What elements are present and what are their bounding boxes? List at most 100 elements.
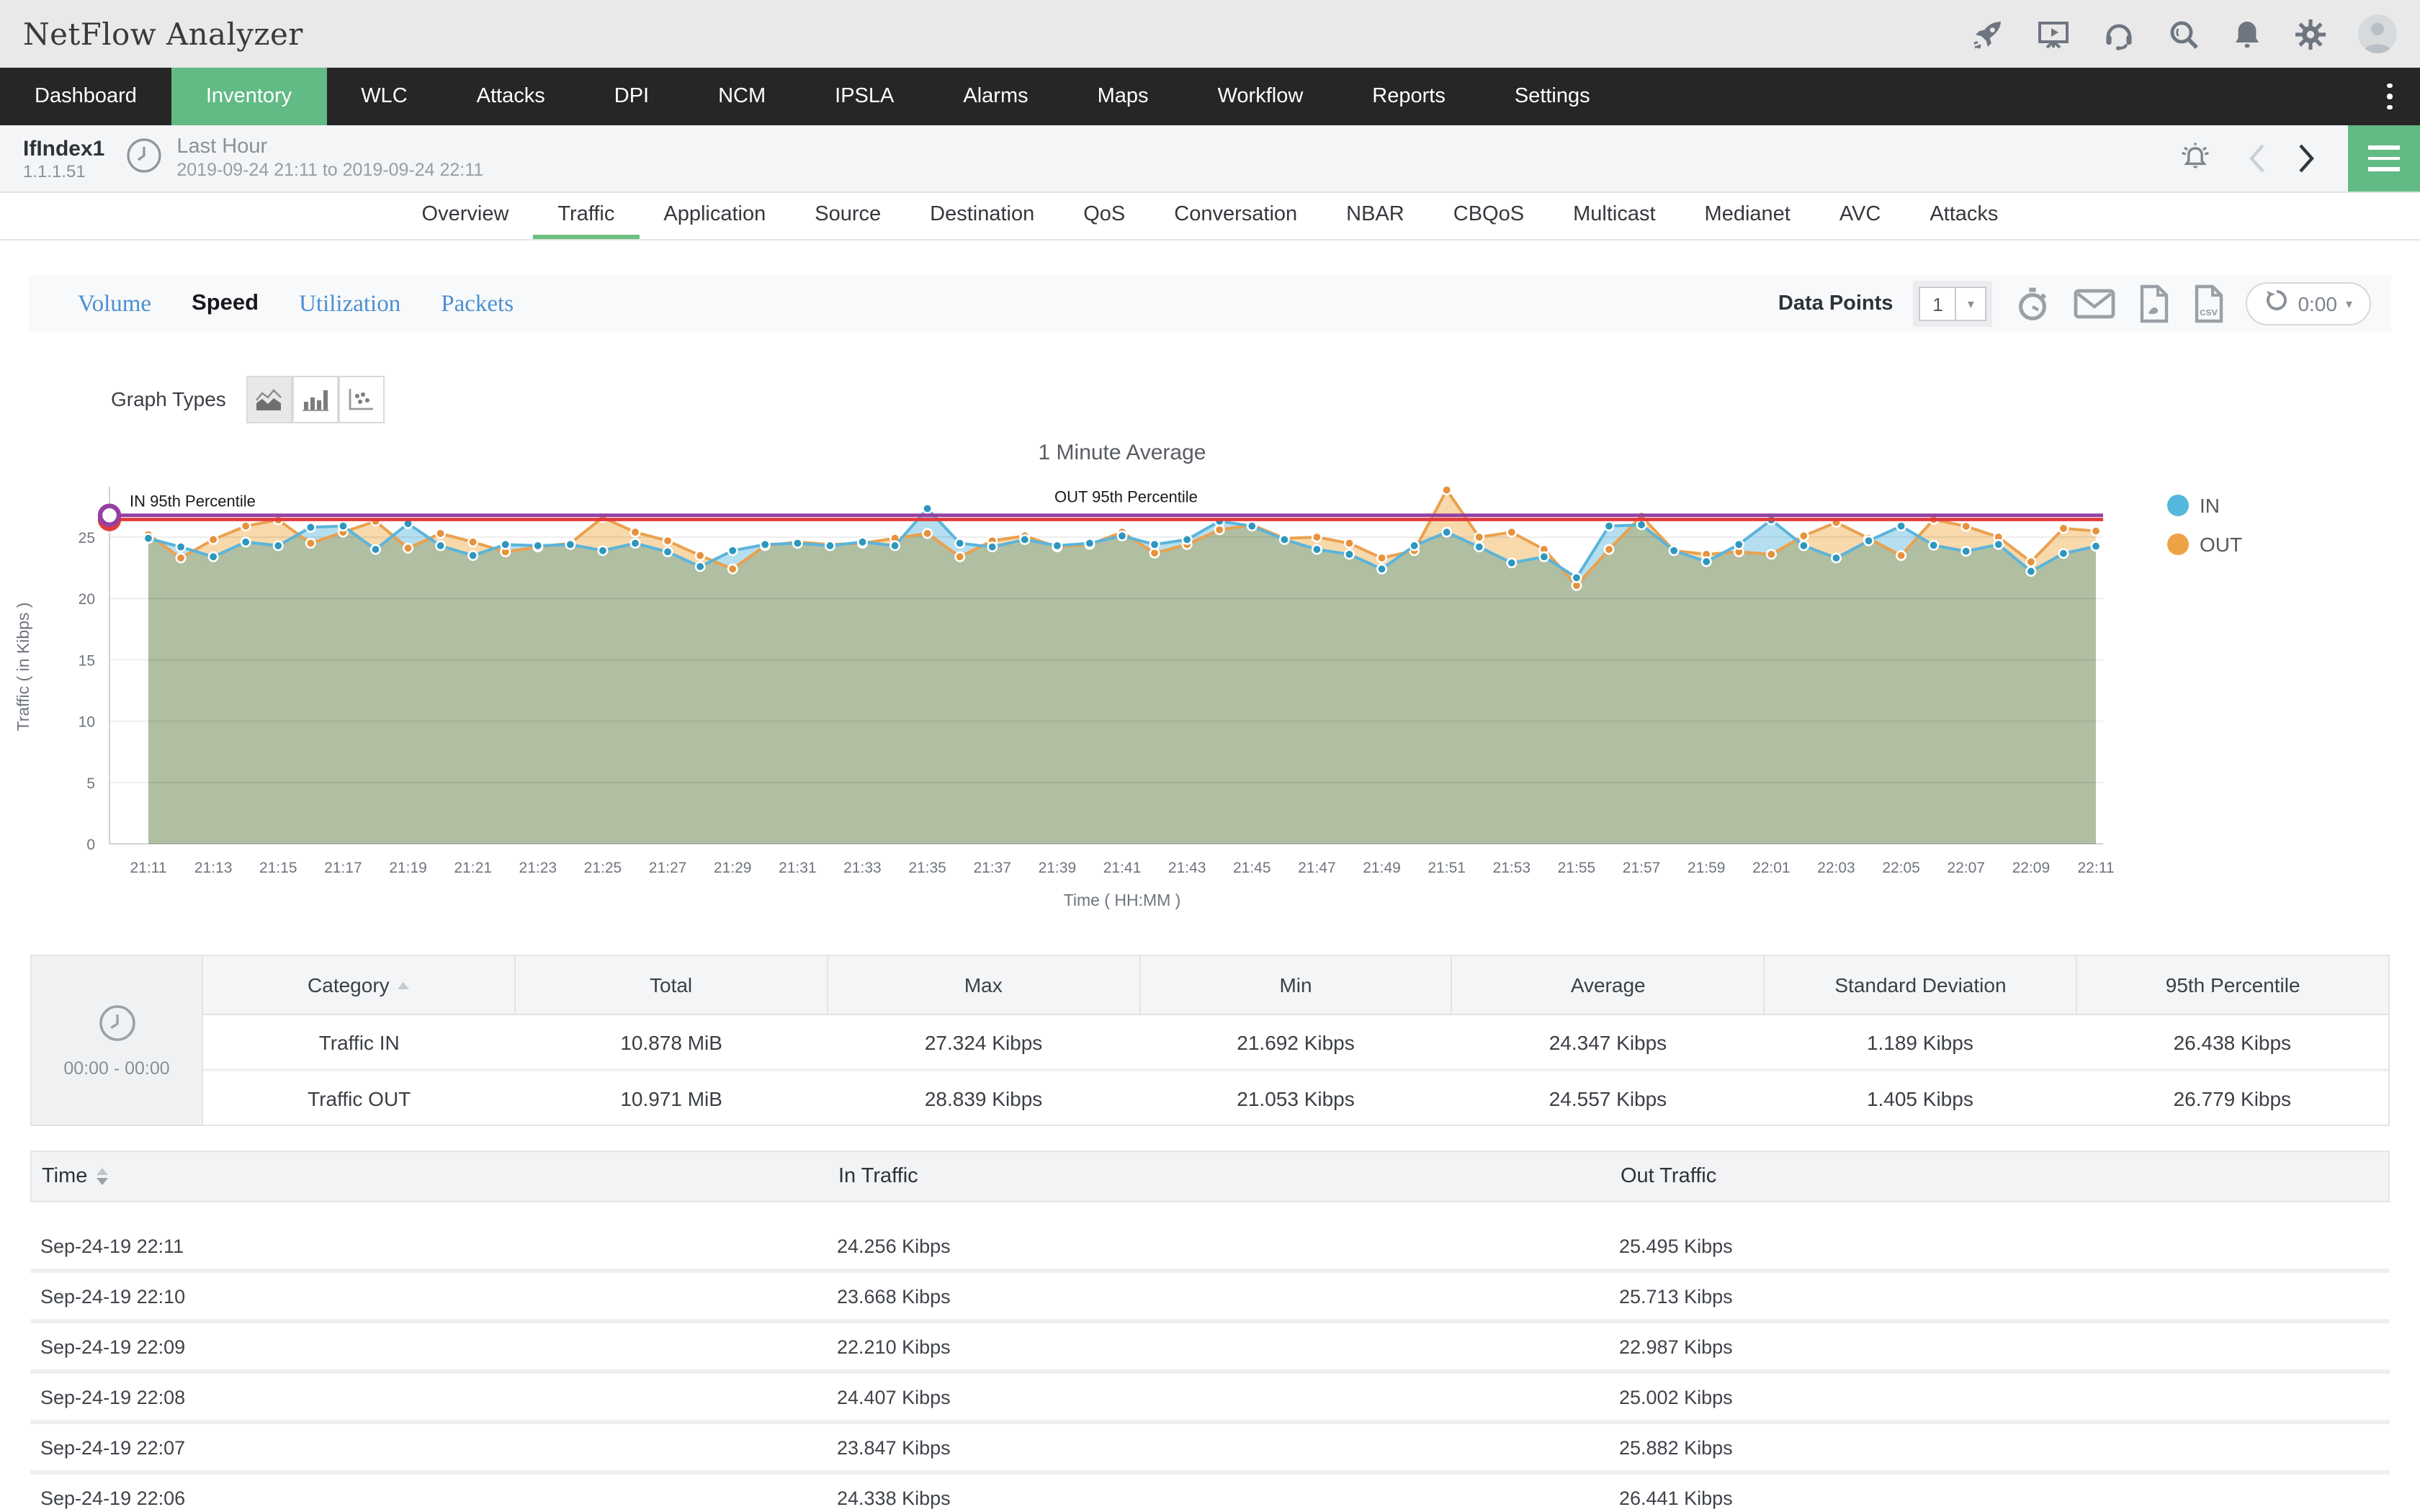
tab[interactable]: Conversation <box>1150 193 1322 239</box>
point-IN <box>858 538 866 546</box>
point-IN <box>1183 535 1191 544</box>
nav-item[interactable]: Attacks <box>442 68 580 125</box>
point-IN <box>1118 531 1126 540</box>
point-IN <box>1994 540 2003 549</box>
cell-time: Sep-24-19 22:06 <box>30 1487 837 1508</box>
col-time[interactable]: Time <box>32 1165 838 1188</box>
schedule-icon[interactable] <box>2012 284 2053 324</box>
point-OUT <box>306 539 315 547</box>
summary-col-95th[interactable]: 95th Percentile <box>2077 956 2388 1014</box>
summary-col-total[interactable]: Total <box>516 956 828 1014</box>
traffic-chart-svg[interactable]: 051015202521:1121:1321:1521:1721:1921:21… <box>0 422 2420 926</box>
point-IN <box>1280 535 1289 544</box>
metric-switch-item[interactable]: Packets <box>421 289 534 318</box>
top-bar-icons <box>1971 14 2397 53</box>
metric-switch-item[interactable]: Volume <box>58 289 171 318</box>
tab[interactable]: Destination <box>905 193 1059 239</box>
interface-list-menu-icon[interactable] <box>2348 125 2420 192</box>
summary-cell-stddev: 1.405 Kibps <box>1764 1071 2076 1125</box>
point-IN <box>209 552 218 561</box>
nav-item[interactable]: Alarms <box>928 68 1062 125</box>
headset-icon[interactable] <box>2102 17 2136 51</box>
metric-switch-item[interactable]: Speed <box>171 291 279 317</box>
summary-col-category[interactable]: Category <box>203 956 516 1014</box>
point-OUT <box>2059 524 2068 533</box>
point-IN <box>534 541 542 550</box>
point-OUT <box>663 536 672 545</box>
summary-col-max[interactable]: Max <box>828 956 1140 1014</box>
cell-out-traffic: 22.987 Kibps <box>1619 1336 2390 1357</box>
y-tick-label: 15 <box>79 652 95 669</box>
tab[interactable]: CBQoS <box>1429 193 1549 239</box>
tab[interactable]: Multicast <box>1549 193 1680 239</box>
tab[interactable]: Application <box>639 193 790 239</box>
tab[interactable]: Source <box>790 193 905 239</box>
summary-row: Traffic OUT 10.971 MiB 28.839 Kibps 21.0… <box>203 1071 2388 1125</box>
pdf-export-icon[interactable] <box>2136 284 2171 324</box>
x-tick-label: 21:31 <box>779 860 817 876</box>
nav-item[interactable]: IPSLA <box>800 68 928 125</box>
email-icon[interactable] <box>2073 287 2116 321</box>
bell-icon[interactable] <box>2231 17 2263 51</box>
tab[interactable]: AVC <box>1815 193 1906 239</box>
graph-type-area-button[interactable] <box>246 375 292 423</box>
point-IN <box>1247 521 1256 530</box>
nav-item[interactable]: Inventory <box>171 68 326 125</box>
presentation-icon[interactable] <box>2035 17 2071 51</box>
page: NetFlow Analyzer Dashboard Inventory WLC… <box>0 0 2420 1512</box>
col-in-traffic[interactable]: In Traffic <box>838 1165 1621 1188</box>
prev-interface-icon[interactable] <box>2247 143 2266 174</box>
time-period-clock-icon[interactable] <box>125 136 162 181</box>
nav-item[interactable]: Settings <box>1480 68 1625 125</box>
nav-item-label: Dashboard <box>35 85 137 108</box>
nav-item[interactable]: Reports <box>1337 68 1480 125</box>
point-IN <box>1702 557 1711 566</box>
next-interface-icon[interactable] <box>2298 143 2316 174</box>
rocket-icon[interactable] <box>1971 17 2005 51</box>
nav-item[interactable]: Maps <box>1063 68 1183 125</box>
summary-col-stddev[interactable]: Standard Deviation <box>1765 956 2078 1014</box>
point-OUT <box>1345 539 1353 547</box>
cell-in-traffic: 23.847 Kibps <box>837 1436 1619 1458</box>
avatar[interactable] <box>2358 14 2397 53</box>
point-IN <box>1799 541 1808 550</box>
y-tick-label: 25 <box>79 530 95 546</box>
nav-item[interactable]: DPI <box>580 68 684 125</box>
tab[interactable]: Attacks <box>1905 193 2022 239</box>
nav-item[interactable]: Workflow <box>1183 68 1338 125</box>
point-IN <box>2092 541 2100 550</box>
x-tick-label: 22:01 <box>1752 860 1791 876</box>
search-icon[interactable] <box>2166 17 2201 51</box>
summary-time-range: 00:00 - 00:00 <box>63 1058 169 1078</box>
summary-col-average[interactable]: Average <box>1453 956 1765 1014</box>
graph-type-scatter-button[interactable] <box>339 375 385 423</box>
point-IN <box>371 545 380 554</box>
sort-icons <box>96 1168 107 1185</box>
metric-switch-item[interactable]: Utilization <box>279 289 421 318</box>
tab[interactable]: Medianet <box>1680 193 1815 239</box>
data-points-select[interactable]: 1 ▾ <box>1913 281 1992 327</box>
auto-refresh-control[interactable]: 0:00 ▾ <box>2246 282 2371 325</box>
nav-overflow-menu-icon[interactable] <box>2374 68 2406 125</box>
gear-icon[interactable] <box>2293 17 2328 51</box>
cell-time: Sep-24-19 22:10 <box>30 1285 837 1307</box>
nav-item[interactable]: Dashboard <box>0 68 171 125</box>
tab[interactable]: Overview <box>398 193 534 239</box>
nav-item[interactable]: WLC <box>326 68 442 125</box>
cell-in-traffic: 24.407 Kibps <box>837 1386 1619 1408</box>
point-IN <box>1442 528 1451 536</box>
tab[interactable]: Traffic <box>533 193 639 239</box>
time-period[interactable]: Last Hour 2019-09-24 21:11 to 2019-09-24… <box>176 135 483 181</box>
csv-export-icon[interactable]: csv <box>2191 284 2226 324</box>
summary-col-min[interactable]: Min <box>1140 956 1453 1014</box>
point-IN <box>599 546 607 555</box>
alarm-bell-icon[interactable] <box>2175 140 2215 177</box>
tab[interactable]: NBAR <box>1322 193 1429 239</box>
x-tick-label: 21:55 <box>1558 860 1596 876</box>
graph-type-bar-button[interactable] <box>292 375 339 423</box>
tab[interactable]: QoS <box>1059 193 1150 239</box>
col-out-traffic[interactable]: Out Traffic <box>1621 1165 2388 1188</box>
point-OUT <box>1507 528 1516 536</box>
point-IN <box>631 539 640 547</box>
nav-item[interactable]: NCM <box>684 68 800 125</box>
